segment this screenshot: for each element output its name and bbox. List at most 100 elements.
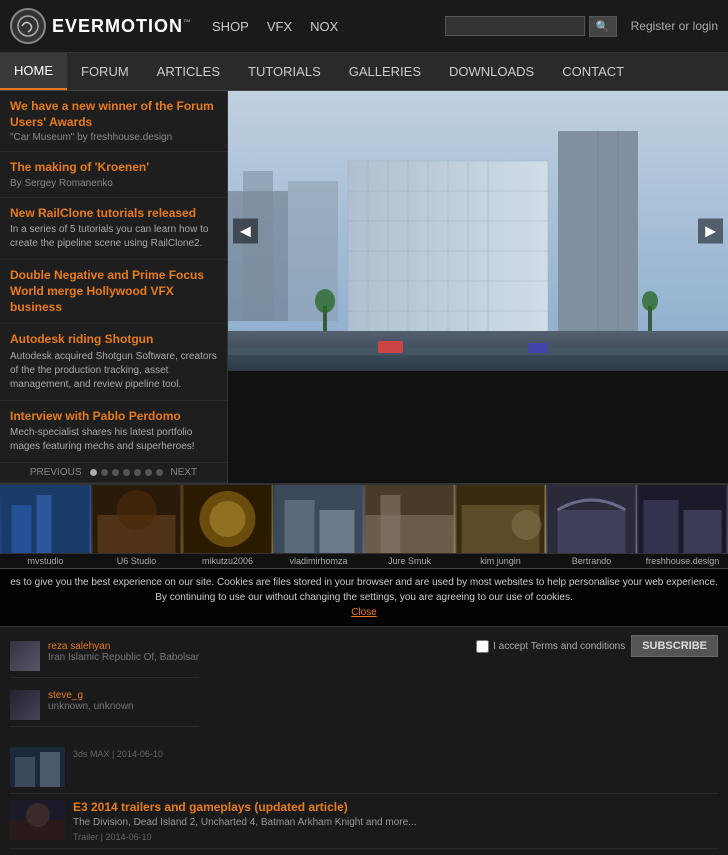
thumb-image bbox=[0, 485, 91, 553]
thumb-freshhouse[interactable]: freshhouse.design bbox=[637, 485, 728, 568]
content-area: We have a new winner of the Forum Users'… bbox=[0, 91, 728, 483]
terms-label: I accept Terms and conditions bbox=[493, 641, 625, 652]
nox-link[interactable]: NOX bbox=[310, 19, 338, 34]
sidebar-item-title[interactable]: Autodesk riding Shotgun bbox=[10, 332, 217, 348]
user-location: unknown, unknown bbox=[48, 701, 134, 712]
news-description: The Division, Dead Island 2, Uncharted 4… bbox=[73, 816, 417, 830]
news-item: E3 2014 trailers and gameplays (updated … bbox=[10, 794, 718, 849]
thumb-label: freshhouse.design bbox=[637, 553, 728, 568]
user-info: steve_g unknown, unknown bbox=[48, 690, 134, 712]
search-area: 🔍 bbox=[445, 16, 617, 37]
search-input[interactable] bbox=[445, 16, 585, 36]
subscribe-button[interactable]: SUBSCRIBE bbox=[631, 635, 718, 657]
slide-dot[interactable] bbox=[123, 469, 130, 476]
logo-area: EVERMOTION™ bbox=[10, 8, 192, 44]
thumb-kim[interactable]: kim jungin bbox=[455, 485, 546, 568]
shop-link[interactable]: SHOP bbox=[212, 19, 249, 34]
slide-dot[interactable] bbox=[90, 469, 97, 476]
feature-svg bbox=[228, 91, 728, 371]
logo-icon bbox=[10, 8, 46, 44]
next-slide-button[interactable]: ▶ bbox=[698, 219, 723, 244]
prev-button[interactable]: PREVIOUS bbox=[26, 467, 86, 478]
news-meta: 3ds MAX | 2014-06-10 bbox=[73, 749, 163, 759]
news-item: 3ds MAX | 2014-06-10 bbox=[10, 741, 718, 794]
terms-checkbox-area: I accept Terms and conditions bbox=[476, 640, 625, 653]
thumb-bertrando[interactable]: Bertrando bbox=[546, 485, 637, 568]
user-list: reza salehyan Iran Islamic Republic Of, … bbox=[10, 635, 199, 727]
subscribe-section: I accept Terms and conditions SUBSCRIBE bbox=[476, 635, 718, 657]
thumb-label: U6 Studio bbox=[91, 553, 182, 568]
nav-downloads[interactable]: DOWNLOADS bbox=[435, 54, 548, 89]
thumb-image bbox=[637, 485, 728, 553]
auth-link[interactable]: Register or login bbox=[631, 19, 718, 33]
thumb-u6studio[interactable]: U6 Studio bbox=[91, 485, 182, 568]
avatar bbox=[10, 641, 40, 671]
thumb-vladimir[interactable]: vladimirhomza bbox=[273, 485, 364, 568]
sidebar-item-title[interactable]: Interview with Pablo Perdomo bbox=[10, 409, 217, 425]
sidebar-item-subtitle: By Sergey Romanenko bbox=[10, 178, 217, 189]
slide-dot[interactable] bbox=[112, 469, 119, 476]
thumb-label: mikutzu2006 bbox=[182, 553, 273, 568]
sidebar-item-desc: In a series of 5 tutorials you can learn… bbox=[10, 223, 217, 251]
thumbnail-strip: mvstudio U6 Studio mikutzu2006 vladimirh… bbox=[0, 483, 728, 568]
sidebar-item: Double Negative and Prime Focus World me… bbox=[0, 260, 227, 324]
vfx-link[interactable]: VFX bbox=[267, 19, 292, 34]
header-nav: SHOP VFX NOX bbox=[212, 19, 338, 34]
thumb-image bbox=[364, 485, 455, 553]
nav-forum[interactable]: FORUM bbox=[67, 54, 143, 89]
cookie-bar: es to give you the best experience on ou… bbox=[0, 568, 728, 626]
slide-dot[interactable] bbox=[145, 469, 152, 476]
thumb-mvstudio[interactable]: mvstudio bbox=[0, 485, 91, 568]
username: reza salehyan bbox=[48, 641, 199, 652]
news-title[interactable]: E3 2014 trailers and gameplays (updated … bbox=[73, 800, 417, 814]
main-navigation: HOME FORUM ARTICLES TUTORIALS GALLERIES … bbox=[0, 53, 728, 91]
sidebar-item-title[interactable]: Double Negative and Prime Focus World me… bbox=[10, 268, 217, 315]
sidebar-item: Interview with Pablo Perdomo Mech-specia… bbox=[0, 401, 227, 464]
terms-checkbox[interactable] bbox=[476, 640, 489, 653]
sidebar-item-title[interactable]: We have a new winner of the Forum Users'… bbox=[10, 99, 217, 130]
slide-dot[interactable] bbox=[101, 469, 108, 476]
avatar bbox=[10, 690, 40, 720]
thumb-image bbox=[91, 485, 182, 553]
thumb-image bbox=[273, 485, 364, 553]
sidebar-item: The making of 'Kroenen' By Sergey Romane… bbox=[0, 152, 227, 198]
user-item: steve_g unknown, unknown bbox=[10, 684, 199, 727]
thumb-mikutzu[interactable]: mikutzu2006 bbox=[182, 485, 273, 568]
cookie-text: es to give you the best experience on ou… bbox=[10, 577, 718, 603]
prev-slide-button[interactable]: ◀ bbox=[233, 219, 258, 244]
slide-dot[interactable] bbox=[134, 469, 141, 476]
thumb-jure[interactable]: Jure Smuk bbox=[364, 485, 455, 568]
logo-tm: ™ bbox=[183, 18, 192, 27]
sidebar-item-desc: Autodesk acquired Shotgun Software, crea… bbox=[10, 350, 217, 392]
news-meta: Trailer | 2014-06-10 bbox=[73, 832, 417, 842]
bottom-section: reza salehyan Iran Islamic Republic Of, … bbox=[0, 626, 728, 735]
thumb-label: vladimirhomza bbox=[273, 553, 364, 568]
sidebar-item: New RailClone tutorials released In a se… bbox=[0, 198, 227, 261]
feature-image: ◀ ▶ bbox=[228, 91, 728, 371]
nav-tutorials[interactable]: TUTORIALS bbox=[234, 54, 335, 89]
thumb-image bbox=[546, 485, 637, 553]
logo-wordmark: EVERMOTION bbox=[52, 16, 183, 36]
nav-home[interactable]: HOME bbox=[0, 53, 67, 90]
nav-galleries[interactable]: GALLERIES bbox=[335, 54, 435, 89]
thumb-label: Jure Smuk bbox=[364, 553, 455, 568]
header: EVERMOTION™ SHOP VFX NOX 🔍 Register or l… bbox=[0, 0, 728, 53]
username: steve_g bbox=[48, 690, 134, 701]
next-button[interactable]: NEXT bbox=[167, 467, 202, 478]
news-content: 3ds MAX | 2014-06-10 bbox=[73, 747, 163, 759]
nav-articles[interactable]: ARTICLES bbox=[143, 54, 234, 89]
user-info: reza salehyan Iran Islamic Republic Of, … bbox=[48, 641, 199, 663]
cookie-close-button[interactable]: Close bbox=[10, 605, 718, 620]
slide-dot[interactable] bbox=[156, 469, 163, 476]
sidebar-item-title[interactable]: The making of 'Kroenen' bbox=[10, 160, 217, 176]
slideshow-controls: PREVIOUS NEXT bbox=[0, 463, 227, 483]
news-thumbnail bbox=[10, 747, 65, 787]
logo-text: EVERMOTION™ bbox=[52, 16, 192, 37]
sidebar-item: Autodesk riding Shotgun Autodesk acquire… bbox=[0, 324, 227, 401]
main-feature: ◀ ▶ bbox=[228, 91, 728, 483]
search-button[interactable]: 🔍 bbox=[589, 16, 617, 37]
nav-contact[interactable]: CONTACT bbox=[548, 54, 638, 89]
user-location: Iran Islamic Republic Of, Babolsar bbox=[48, 652, 199, 663]
sidebar-item-title[interactable]: New RailClone tutorials released bbox=[10, 206, 217, 222]
sidebar-item-subtitle: "Car Museum" by freshhouse.design bbox=[10, 132, 217, 143]
